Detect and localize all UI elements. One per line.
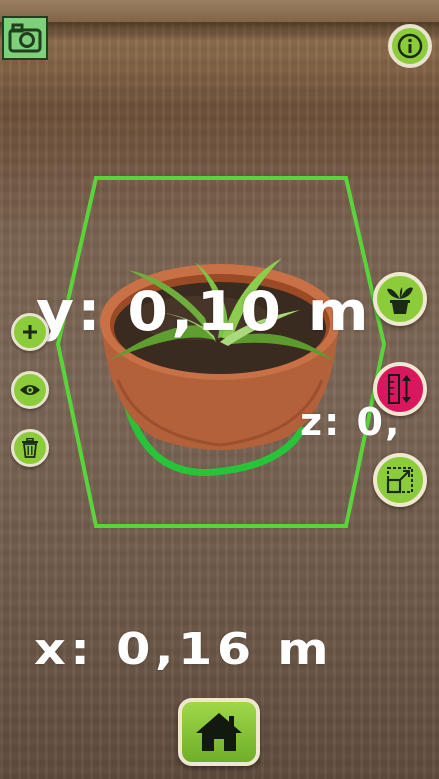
visibility-button[interactable]	[11, 371, 49, 409]
y-dimension-label: y: 0,10 m	[36, 280, 372, 343]
vertical-measure-icon	[388, 374, 411, 404]
info-button[interactable]	[388, 24, 432, 68]
eye-icon	[20, 385, 40, 395]
potted-plant-icon	[387, 287, 413, 314]
home-button[interactable]	[178, 698, 260, 766]
camera-button[interactable]	[2, 16, 48, 60]
add-button[interactable]	[11, 313, 49, 351]
plus-icon	[23, 325, 37, 339]
trash-icon	[22, 438, 38, 458]
delete-button[interactable]	[11, 429, 49, 467]
home-icon	[196, 713, 242, 751]
camera-icon	[8, 23, 42, 53]
x-dimension-label: x: 0,16 m	[34, 624, 334, 675]
scale-button[interactable]	[373, 453, 427, 507]
info-icon	[397, 33, 423, 59]
plant-catalog-button[interactable]	[373, 272, 427, 326]
resize-icon	[386, 467, 413, 494]
height-measure-button[interactable]	[373, 362, 427, 416]
